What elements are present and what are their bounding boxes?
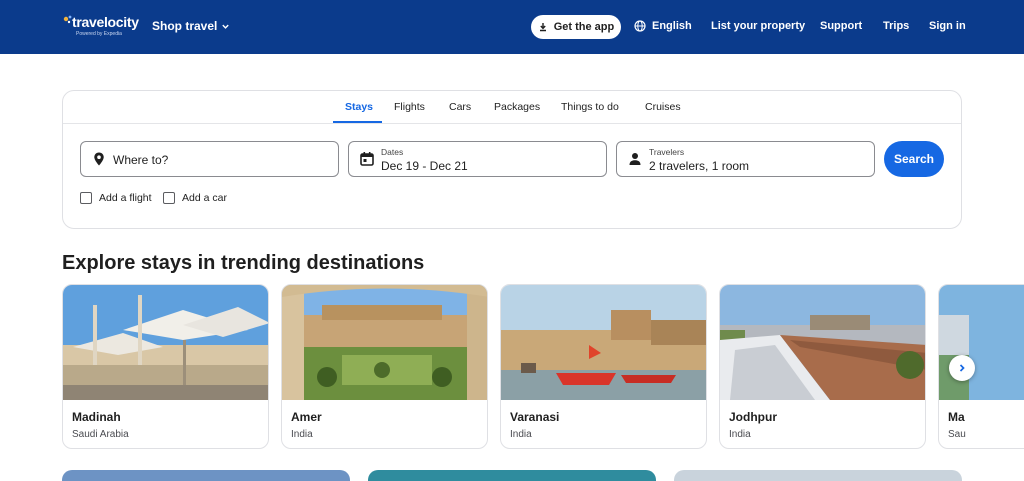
chevron-down-icon [222, 24, 230, 29]
get-the-app-button[interactable]: Get the app [531, 15, 621, 39]
promo-image-3[interactable] [674, 470, 962, 481]
travelocity-logo[interactable]: travelocity Powered by Expedia [62, 14, 139, 40]
destination-field[interactable]: Where to? [80, 141, 339, 177]
destination-name: Amer [291, 410, 322, 424]
add-flight-checkbox[interactable]: Add a flight [80, 192, 152, 204]
destination-name: Varanasi [510, 410, 560, 424]
location-pin-icon [94, 152, 104, 166]
download-icon [539, 23, 546, 32]
destination-name: Ma [948, 410, 965, 424]
globe-icon [634, 20, 646, 32]
tab-stays[interactable]: Stays [345, 101, 373, 113]
chevron-right-icon [959, 364, 965, 372]
logo-text: travelocity [72, 14, 139, 30]
search-card: Stays Flights Cars Packages Things to do… [62, 90, 962, 229]
tab-things-to-do[interactable]: Things to do [561, 101, 619, 113]
add-flight-label: Add a flight [99, 192, 152, 204]
destination-country: India [291, 429, 313, 440]
jodhpur-image [720, 285, 925, 400]
trending-section-title: Explore stays in trending destinations [62, 252, 425, 274]
destination-country: India [729, 429, 751, 440]
search-button[interactable]: Search [884, 141, 944, 177]
trending-carousel: Madinah Saudi Arabia Amer India Varanasi… [62, 284, 1024, 450]
destination-name: Jodhpur [729, 410, 777, 424]
calendar-icon [360, 152, 374, 166]
destination-country: Saudi Arabia [72, 429, 129, 440]
destination-placeholder: Where to? [113, 153, 169, 167]
support-link[interactable]: Support [820, 20, 862, 32]
travelers-field[interactable]: Travelers 2 travelers, 1 room [616, 141, 875, 177]
destination-name: Madinah [72, 410, 121, 424]
checkbox-box[interactable] [163, 192, 175, 204]
sign-in-link[interactable]: Sign in [929, 20, 966, 32]
add-car-checkbox[interactable]: Add a car [163, 192, 227, 204]
trips-link[interactable]: Trips [883, 20, 909, 32]
active-tab-indicator [333, 121, 382, 123]
tab-cruises[interactable]: Cruises [645, 101, 681, 113]
destination-card-jodhpur[interactable]: Jodhpur India [719, 284, 926, 449]
dates-value: Dec 19 - Dec 21 [381, 159, 468, 173]
destination-card-amer[interactable]: Amer India [281, 284, 488, 449]
list-property-link[interactable]: List your property [711, 20, 805, 32]
language-label: English [652, 20, 692, 32]
destination-country: Sau [948, 429, 966, 440]
destination-country: India [510, 429, 532, 440]
site-header: travelocity Powered by Expedia Shop trav… [0, 0, 1024, 54]
add-car-label: Add a car [182, 192, 227, 204]
dates-label: Dates [381, 147, 404, 157]
get-the-app-label: Get the app [553, 21, 615, 33]
amer-image [282, 285, 487, 400]
shop-travel-label: Shop travel [152, 19, 218, 33]
tab-flights[interactable]: Flights [394, 101, 425, 113]
destination-image [939, 285, 1024, 400]
travelers-value: 2 travelers, 1 room [649, 159, 750, 173]
checkbox-box[interactable] [80, 192, 92, 204]
promo-image-1[interactable] [62, 470, 350, 481]
travelers-label: Travelers [649, 147, 685, 157]
tab-cars[interactable]: Cars [449, 101, 471, 113]
shop-travel-menu[interactable]: Shop travel [152, 19, 230, 33]
madinah-image [63, 285, 268, 400]
destination-card-varanasi[interactable]: Varanasi India [500, 284, 707, 449]
destination-card-madinah[interactable]: Madinah Saudi Arabia [62, 284, 269, 449]
promo-image-2[interactable] [368, 470, 656, 481]
person-icon [629, 153, 641, 165]
carousel-next-button[interactable] [949, 355, 975, 381]
logo-subtext: Powered by Expedia [76, 31, 122, 37]
varanasi-image [501, 285, 706, 400]
tab-packages[interactable]: Packages [494, 101, 540, 113]
search-tabs: Stays Flights Cars Packages Things to do… [63, 91, 961, 124]
dates-field[interactable]: Dates Dec 19 - Dec 21 [348, 141, 607, 177]
language-selector[interactable]: English [634, 20, 692, 32]
